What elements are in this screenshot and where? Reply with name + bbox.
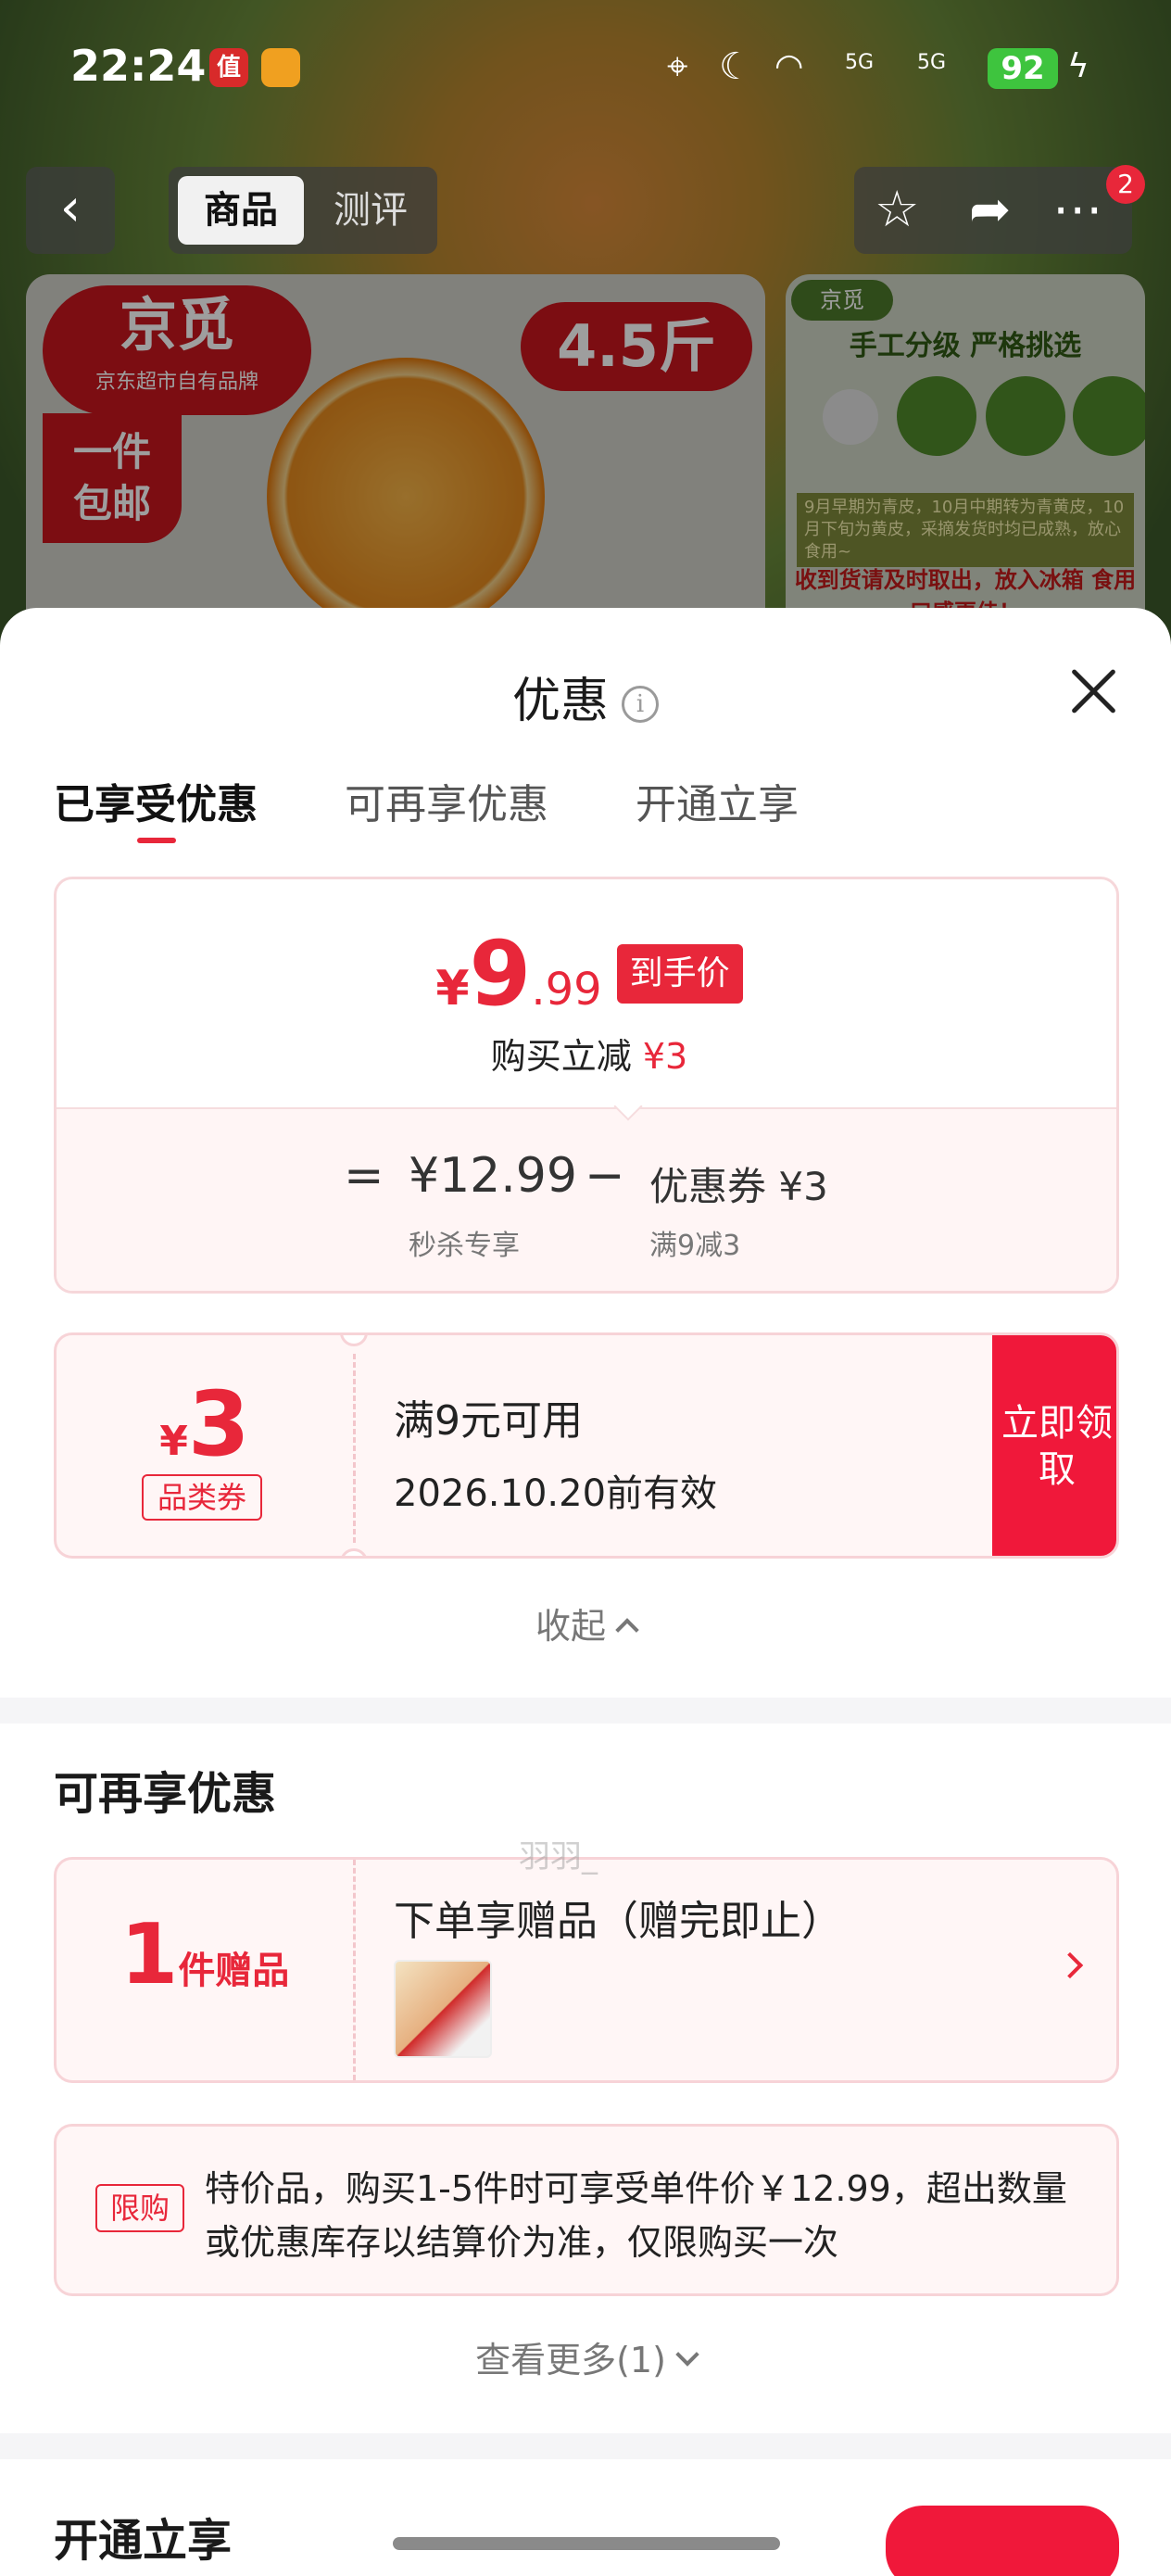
message-badge: 2 <box>1106 165 1145 204</box>
price-currency: ¥ <box>435 961 470 1017</box>
sheet-title-text: 优惠 <box>511 674 609 729</box>
gift-title: 下单享赠品（赠完即止） <box>394 1898 842 1945</box>
gift-count-number: 1 <box>120 1906 179 2003</box>
coupon-expiry: 2026.10.20前有效 <box>394 1472 718 1515</box>
gift-count-unit: 件赠品 <box>178 1950 290 1992</box>
view-more-button[interactable]: 查看更多(1) <box>0 2331 1171 2382</box>
coupon-value: 3 <box>187 1372 250 1476</box>
wifi-icon: ◠ <box>774 47 804 85</box>
coupon-deduction: 优惠券 ¥3 <box>649 1164 828 1209</box>
section-title-more-offers: 可再享优惠 <box>54 1768 277 1820</box>
gift-count: 1件赠品 <box>57 1906 353 2003</box>
equals-sign: = <box>344 1148 384 1204</box>
more-icon[interactable]: ⋯ <box>1052 182 1102 237</box>
status-bar: 22:24 值 ⌖ ☾ ◠ 5G 5G 92 ϟ <box>0 0 1171 139</box>
coupon-currency: ¥ <box>159 1418 188 1465</box>
tab-more-offers[interactable]: 可再享优惠 <box>345 771 548 830</box>
share-icon[interactable]: ➦ <box>969 182 1011 237</box>
coupon-note: 满9减3 <box>649 1230 741 1262</box>
location-icon: ⌖ <box>667 45 688 88</box>
discount-label: 购买立减 <box>490 1036 632 1077</box>
star-icon[interactable]: ☆ <box>875 182 919 237</box>
chevron-down-icon <box>675 2342 699 2367</box>
signal-icon: 5G <box>845 51 875 74</box>
moon-icon: ☾ <box>719 45 752 88</box>
product-page-background: 京觅 京东超市自有品牌 4.5斤 一件 包邮 京觅 手工分级 严格挑选 9月早期… <box>0 0 1171 649</box>
chevron-up-icon <box>615 1618 639 1642</box>
collapse-label: 收起 <box>535 1606 606 1647</box>
coupon-amount: ¥3 <box>57 1372 353 1476</box>
coupon-notch <box>340 1548 368 1556</box>
final-price: ¥9.99 到手价 <box>57 922 1116 1026</box>
discount-summary: 购买立减 ¥3 <box>57 1028 1116 1079</box>
tab-review[interactable]: 测评 <box>308 176 434 245</box>
section-separator <box>0 1698 1171 1724</box>
status-time: 22:24 <box>70 41 207 91</box>
nav-actions: ☆ ➦ ⋯ <box>854 167 1132 254</box>
tab-activate[interactable]: 开通立享 <box>636 771 799 830</box>
price-decimal: .99 <box>531 964 602 1016</box>
tab-indicator <box>137 838 176 843</box>
activate-button[interactable] <box>886 2506 1119 2576</box>
section-title-activate: 开通立享 <box>54 2515 233 2567</box>
gift-thumbnail[interactable] <box>394 1960 492 2058</box>
app-notification-icon-2 <box>261 48 300 87</box>
minus-sign: − <box>585 1148 625 1204</box>
coupon-card: ¥3 品类券 满9元可用 2026.10.20前有效 立即领取 <box>54 1332 1119 1559</box>
discount-sheet: 优惠 i 已享受优惠 可再享优惠 开通立享 ¥9.99 到手价 购买立减 ¥3 = … <box>0 608 1171 2576</box>
coupon-condition: 满9元可用 <box>394 1397 583 1445</box>
app-notification-icon: 值 <box>209 48 248 87</box>
gift-card[interactable]: 1件赠品 下单享赠品（赠完即止） <box>54 1857 1119 2083</box>
coupon-type-badge: 品类券 <box>142 1474 262 1521</box>
chevron-right-icon <box>1056 1951 1084 1979</box>
coupon-divider <box>353 1354 356 1543</box>
original-price-note: 秒杀专享 <box>409 1230 520 1262</box>
limit-badge: 限购 <box>95 2184 184 2232</box>
sheet-title: 优惠 i <box>0 662 1171 731</box>
battery-indicator: 92 <box>988 48 1058 89</box>
section-separator <box>0 2433 1171 2459</box>
limit-description: 特价品，购买1-5件时可享受单件价￥12.99，超出数量或优惠库存以结算价为准，… <box>205 2168 1067 2263</box>
home-indicator[interactable] <box>393 2537 780 2550</box>
page-tabs: 商品 测评 <box>169 167 437 254</box>
watermark-text: 羽羽_ <box>519 1838 598 1875</box>
tab-enjoyed[interactable]: 已享受优惠 <box>54 771 258 830</box>
tab-product[interactable]: 商品 <box>178 176 304 245</box>
gift-divider <box>353 1860 356 2080</box>
close-icon[interactable] <box>1065 663 1121 719</box>
final-price-card: ¥9.99 到手价 购买立减 ¥3 = ¥12.99 − 优惠券 ¥3 秒杀专享 … <box>54 877 1119 1294</box>
claim-coupon-button[interactable]: 立即领取 <box>992 1335 1116 1556</box>
charging-icon: ϟ <box>1067 47 1089 85</box>
price-integer: 9 <box>469 922 532 1026</box>
view-more-label: 查看更多(1) <box>475 2340 666 2380</box>
discount-amount: ¥3 <box>642 1036 688 1077</box>
final-price-tag: 到手价 <box>616 944 743 1004</box>
purchase-limit-card: 限购 特价品，购买1-5件时可享受单件价￥12.99，超出数量或优惠库存以结算价… <box>54 2124 1119 2296</box>
info-icon[interactable]: i <box>622 686 659 723</box>
signal-icon-2: 5G <box>917 51 947 74</box>
collapse-button[interactable]: 收起 <box>0 1597 1171 1648</box>
original-price: ¥12.99 <box>409 1148 577 1204</box>
back-button[interactable]: ‹ <box>26 167 115 254</box>
coupon-notch <box>340 1335 368 1346</box>
